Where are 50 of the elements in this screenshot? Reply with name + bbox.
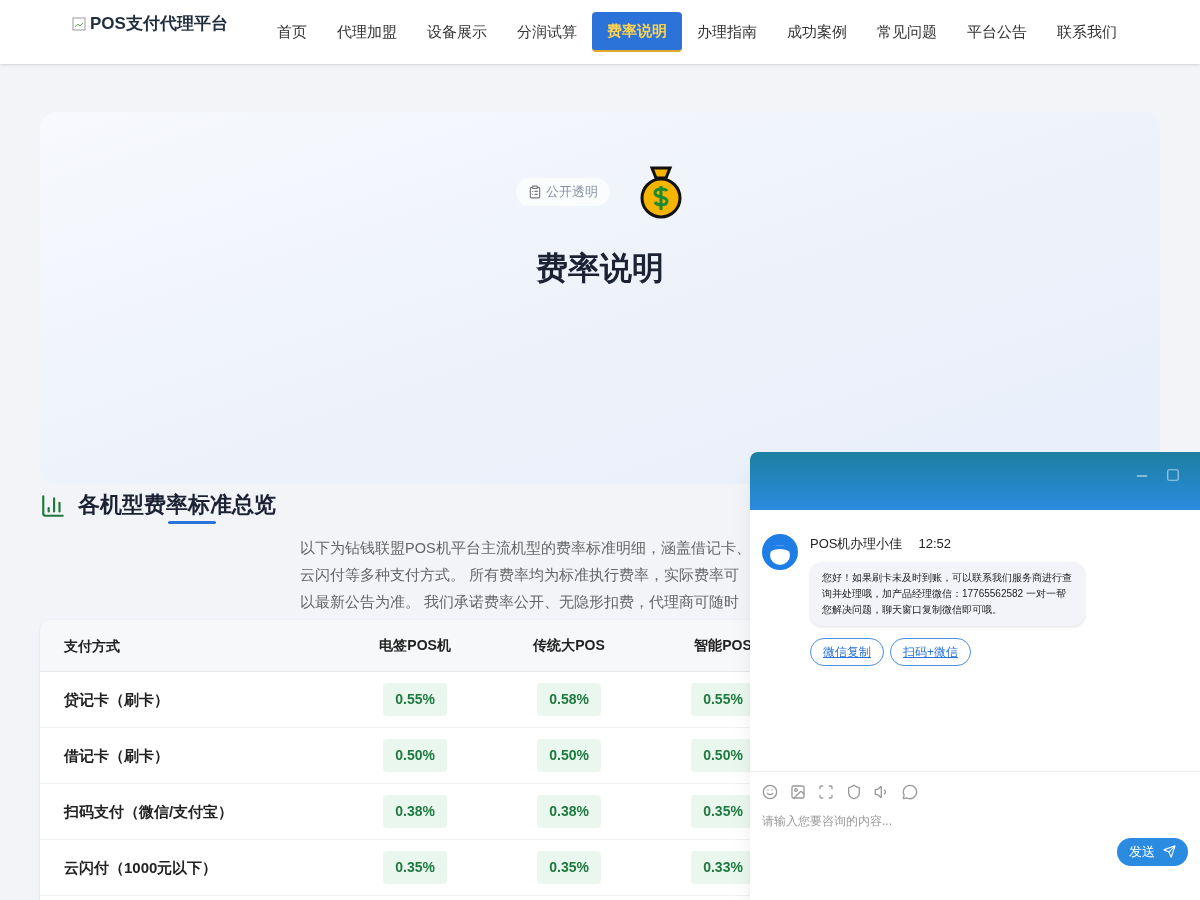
agent-avatar: [762, 534, 798, 570]
send-icon: [1163, 845, 1176, 859]
send-button[interactable]: 发送: [1117, 838, 1188, 866]
chart-icon: [40, 493, 66, 519]
nav-tab[interactable]: 联系我们: [1042, 12, 1132, 52]
nav-tab[interactable]: 分润试算: [502, 12, 592, 52]
message-time: 12:52: [918, 535, 951, 553]
column-header: 智能POS: [694, 636, 752, 655]
payment-method-cell: 云闪付（1000元以下）: [64, 858, 218, 876]
nav-tab[interactable]: 常见问题: [862, 12, 952, 52]
nav-tab[interactable]: 代理加盟: [322, 12, 412, 52]
page-title: 费率说明: [536, 249, 664, 288]
column-header: 支付方式: [64, 637, 120, 654]
rate-badge: 0.50%: [537, 739, 601, 772]
clipboard-icon: [528, 185, 542, 199]
intro-text-line: 以最新公告为准。 我们承诺费率公开、无隐形扣费，代理商可随时: [300, 593, 740, 612]
money-bag-icon: [638, 164, 684, 220]
nav-tab[interactable]: 平台公告: [952, 12, 1042, 52]
payment-method-cell: 借记卡（刷卡）: [64, 746, 169, 764]
message-input-field[interactable]: 请输入您要咨询的内容...: [762, 812, 1188, 830]
rate-badge: 0.38%: [537, 795, 601, 828]
rate-badge: 0.58%: [537, 683, 601, 716]
rate-badge: 0.35%: [537, 851, 601, 884]
column-header: 传统大POS: [533, 636, 605, 655]
image-icon[interactable]: [790, 784, 806, 800]
intro-text-line: 以下为钻钱联盟POS机平台主流机型的费率标准明细，涵盖借记卡、: [300, 539, 751, 558]
rate-badge: 0.50%: [383, 739, 447, 772]
shield-icon[interactable]: [846, 784, 862, 800]
rate-badge: 0.38%: [383, 795, 447, 828]
agent-name: POS机办理小佳: [810, 535, 903, 553]
nav-tab[interactable]: 设备展示: [412, 12, 502, 52]
screenshot-icon[interactable]: [818, 784, 834, 800]
nav-tab[interactable]: 办理指南: [682, 12, 772, 52]
broken-image-icon: [72, 17, 86, 31]
transparency-badge: 公开透明: [516, 178, 610, 206]
column-header: 电签POS机: [379, 636, 451, 655]
rate-badge: 0.55%: [383, 683, 447, 716]
title-underline: [168, 521, 216, 524]
site-logo[interactable]: POS支付代理平台: [90, 11, 228, 37]
nav-tab[interactable]: 成功案例: [772, 12, 862, 52]
maximize-icon[interactable]: [1166, 468, 1180, 482]
section-title: 各机型费率标准总览: [78, 491, 276, 519]
message-bubble: 您好！如果刷卡未及时到账，可以联系我们服务商进行查询并处理哦，加产品经理微信：17765562582 一对一帮您解决问题，聊天窗口复制微信即可哦。: [810, 561, 1085, 626]
intro-text-line: 云闪付等多种支付方式。 所有费率均为标准执行费率，实际费率可: [300, 566, 740, 585]
chat-bubbles-icon[interactable]: [902, 784, 918, 800]
emoji-icon[interactable]: [762, 784, 778, 800]
payment-method-cell: 扫码支付（微信/支付宝）: [64, 802, 234, 820]
rate-badge: 0.35%: [383, 851, 447, 884]
nav-tab[interactable]: 首页: [262, 12, 322, 52]
payment-method-cell: 贷记卡（刷卡）: [64, 690, 169, 708]
